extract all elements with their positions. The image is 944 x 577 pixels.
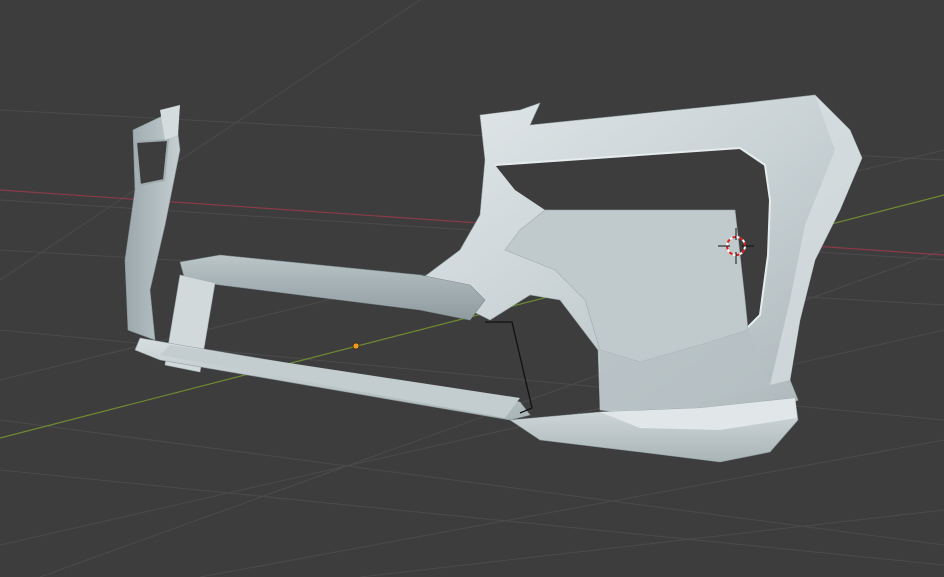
viewport-canvas[interactable]	[0, 0, 944, 577]
object-origin-icon[interactable]	[352, 342, 360, 350]
3d-viewport[interactable]	[0, 0, 944, 577]
